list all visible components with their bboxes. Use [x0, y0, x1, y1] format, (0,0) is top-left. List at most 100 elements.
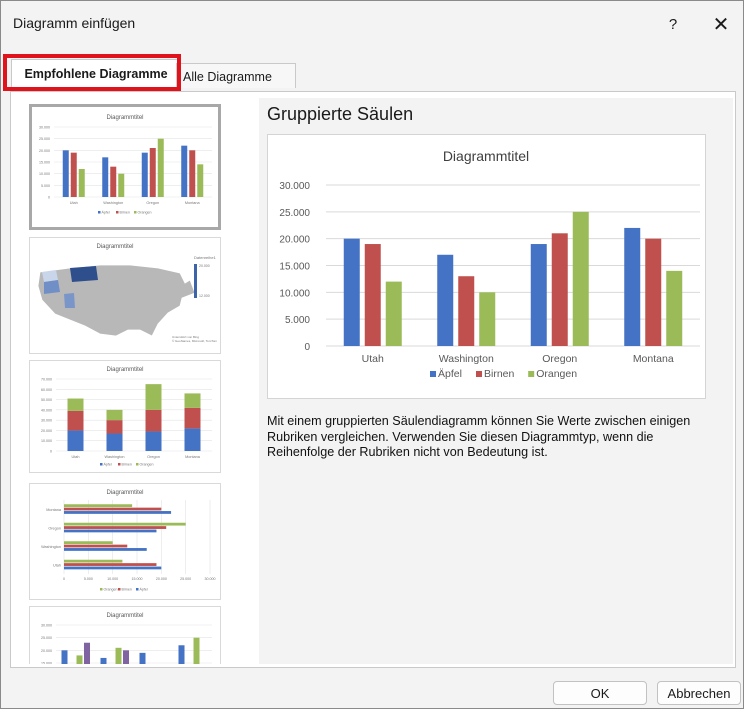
thumbnail-chart-1: Diagrammtitel 0 5.000 10.000 15.000 20.000 25…	[32, 107, 218, 227]
chart-title: Diagrammtitel	[443, 148, 529, 164]
thumbnail-map[interactable]: Diagrammtitel Datenreihe1 20.000 12.000 …	[29, 237, 221, 354]
clustered-column-chart: Diagrammtitel 0 5.000 10.000 15.000 20.000 25…	[279, 148, 700, 380]
thumb-legend-swatch	[118, 588, 121, 591]
thumbnail-stacked-column[interactable]: Diagrammtitel 0 10.000 20.000 30.000 40.000 5…	[29, 360, 221, 473]
svg-text:Datenreihe1: Datenreihe1	[194, 255, 217, 260]
thumb-bar	[70, 152, 77, 197]
bar-utah-2	[385, 281, 402, 346]
thumb-bar	[106, 420, 123, 434]
svg-text:20.000: 20.000	[199, 264, 210, 268]
thumb-y-label: Oregon	[48, 526, 61, 530]
thumb-x-label: Montana	[185, 201, 201, 205]
y-tick-label: 0	[304, 342, 310, 353]
bar-montana-1	[645, 238, 662, 346]
thumb-bar	[64, 522, 186, 526]
thumb-x-label: Utah	[70, 201, 78, 205]
thumb-bar	[197, 164, 204, 197]
help-button[interactable]: ?	[656, 9, 690, 41]
bar-montana-2	[666, 270, 683, 346]
thumb-y-label: 50.000	[41, 398, 52, 402]
thumb-bar	[145, 409, 162, 432]
thumb-bar	[64, 526, 167, 529]
thumb-y-label: 15.000	[41, 662, 52, 665]
thumb-legend-swatch	[118, 463, 121, 466]
thumb-y-label: 20.000	[41, 429, 52, 433]
y-tick-label: 30.000	[279, 181, 310, 192]
thumb-x-label: Oregon	[146, 201, 159, 205]
tab-recommended-charts[interactable]: Empfohlene Diagramme	[11, 59, 181, 88]
thumb-x-label: 5.000	[84, 577, 93, 581]
bar-washington-1	[458, 276, 475, 346]
thumb-bar	[193, 637, 200, 664]
thumbnail-title: Diagrammtitel	[106, 115, 143, 121]
thumbnail-clustered-column[interactable]: Diagrammtitel 0 5.000 10.000 15.000 20.000 25…	[29, 104, 221, 230]
preview-heading: Gruppierte Säulen	[267, 104, 414, 124]
thumb-bar	[123, 650, 129, 664]
thumb-legend-label: Orangen	[104, 588, 118, 592]
bar-utah-0	[343, 238, 360, 346]
map-region-washington	[42, 270, 58, 282]
thumb-legend-label: Birnen	[120, 211, 130, 215]
thumb-bar	[64, 548, 147, 551]
map-legend-scale	[194, 264, 197, 298]
thumb-legend-label: Äpfel	[140, 588, 148, 592]
thumb-legend-swatch	[136, 588, 139, 591]
thumb-bar	[64, 544, 128, 548]
us-map-shape	[37, 264, 196, 337]
y-tick-label: 25.000	[279, 208, 310, 219]
thumb-x-label: Washington	[103, 201, 123, 205]
thumb-y-label: 30.000	[41, 624, 52, 628]
thumb-legend-swatch	[98, 211, 101, 214]
thumb-legend-swatch	[100, 588, 103, 591]
preview-pane: Gruppierte Säulen Diagrammtitel 0 5.000 10…	[259, 98, 733, 664]
thumb-bar	[64, 559, 123, 563]
chart-description: Mit einem gruppierten Säulendiagramm kön…	[267, 414, 691, 459]
svg-text:12.000: 12.000	[199, 294, 210, 298]
thumbnail-title: Diagrammtitel	[96, 244, 133, 250]
insert-chart-dialog: Diagramm einfügen ? ✕ Empfohlene Diagram…	[0, 0, 744, 709]
map-region-utah	[64, 293, 75, 308]
thumb-bar	[61, 650, 68, 664]
thumbnail-chart-5: Diagrammtitel 05.00010.00015.00020.00025…	[41, 613, 212, 665]
thumb-y-label: 30.000	[39, 126, 50, 130]
bar-montana-0	[624, 227, 641, 346]
thumbnail-clustered-column-4[interactable]: Diagrammtitel 05.00010.00015.00020.00025…	[29, 606, 221, 664]
thumb-bar	[145, 384, 162, 410]
thumbnail-title: Diagrammtitel	[106, 613, 143, 619]
thumb-legend-swatch	[100, 463, 103, 466]
thumb-bar	[76, 655, 83, 664]
legend-label: Birnen	[484, 368, 515, 380]
bar-utah-1	[364, 244, 381, 346]
thumb-bar	[118, 173, 125, 197]
y-tick-label: 5.000	[285, 315, 310, 326]
tab-all-charts[interactable]: Alle Diagramme	[176, 63, 296, 88]
thumb-x-label: 30.000	[205, 577, 216, 581]
thumb-legend-label: Orangen	[140, 463, 154, 467]
tab-panel: Diagrammtitel 0 5.000 10.000 15.000 20.000 25…	[10, 91, 736, 668]
thumb-legend-label: Äpfel	[102, 211, 110, 215]
thumb-legend-swatch	[116, 211, 119, 214]
thumb-bar	[64, 511, 172, 514]
thumb-x-label: Utah	[71, 455, 79, 459]
thumbnail-chart-4: Diagrammtitel 0 5.000 10.000 15.000 20.000 25…	[41, 490, 216, 592]
cancel-button[interactable]: Abbrechen	[657, 681, 741, 705]
close-button[interactable]: ✕	[704, 9, 738, 41]
bar-oregon-2	[572, 211, 589, 346]
x-tick-label: Oregon	[542, 353, 577, 365]
thumb-bar	[145, 431, 162, 451]
thumb-bar	[67, 398, 84, 411]
x-tick-label: Utah	[362, 353, 384, 365]
y-tick-label: 10.000	[279, 288, 310, 299]
thumb-y-label: Utah	[53, 563, 61, 567]
x-tick-label: Washington	[439, 353, 494, 365]
map-region-montana	[70, 266, 98, 282]
ok-button[interactable]: OK	[553, 681, 647, 705]
thumbnail-list: Diagrammtitel 0 5.000 10.000 15.000 20.000 25…	[29, 98, 245, 664]
thumbnail-chart-2: Diagrammtitel Datenreihe1 20.000 12.000 …	[37, 244, 218, 343]
thumb-y-label: 20.000	[39, 149, 50, 153]
legend-label: Äpfel	[438, 368, 462, 380]
thumbnail-clustered-bar[interactable]: Diagrammtitel 0 5.000 10.000 15.000 20.000 25…	[29, 483, 221, 600]
thumb-bar	[189, 150, 196, 197]
y-tick-label: 20.000	[279, 235, 310, 246]
title-bar: Diagramm einfügen ? ✕	[1, 1, 743, 49]
